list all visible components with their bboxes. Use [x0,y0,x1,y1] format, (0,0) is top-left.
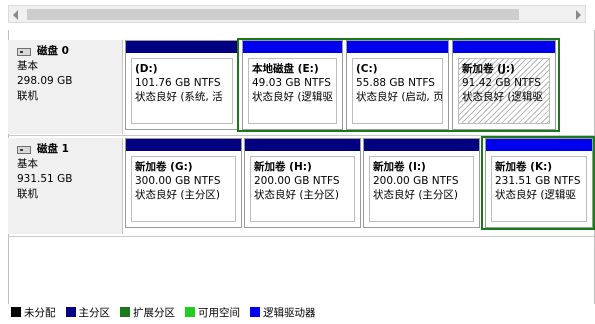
partition-type-bar [245,139,360,151]
disk-info-0[interactable]: 磁盘 0 基本 298.09 GB 联机 [8,40,123,134]
partition-status: 状态良好 (系统, 活 [135,91,223,103]
scrollbar-thumb[interactable] [27,9,519,20]
disk-separator [8,236,595,237]
partition-label: 新加卷 (G:) [135,161,193,173]
legend-item-primary: 主分区 [63,305,111,320]
legend-label: 逻辑驱动器 [263,306,316,319]
disk-type: 基本 [17,60,38,72]
partition-type-bar [126,41,238,53]
partition-body: (D:) 101.76 GB NTFS 状态良好 (系统, 活 [131,58,233,124]
scroll-right-arrow-icon[interactable] [576,10,581,20]
disk-drive-icon [17,145,31,154]
partition-label: (D:) [135,63,158,75]
legend: 未分配 主分区 扩展分区 可用空间 逻辑驱动器 [8,304,595,320]
partition-label: 新加卷 (H:) [254,161,312,173]
disk-size: 931.51 GB [17,173,73,185]
partition-status: 状态良好 (主分区) [254,189,340,201]
disk-type: 基本 [17,158,38,170]
legend-item-free-space: 可用空间 [182,305,240,320]
disk-row-1: 磁盘 1 基本 931.51 GB 联机 新加卷 (G:) 300.00 GB … [8,136,595,234]
disk-name-row: 磁盘 0 [17,44,122,59]
legend-label: 未分配 [24,306,56,319]
legend-label: 扩展分区 [133,306,175,319]
legend-swatch [11,307,21,317]
disk-status: 联机 [17,188,38,200]
partition-type-bar [126,139,241,151]
legend-swatch [185,307,195,317]
legend-swatch [250,307,260,317]
disk-name: 磁盘 0 [37,45,69,57]
legend-item-logical: 逻辑驱动器 [247,305,316,320]
partition-size: 300.00 GB NTFS [135,175,221,187]
extended-partition-outline [481,136,595,230]
legend-item-unallocated: 未分配 [8,305,56,320]
partition-label: 新加卷 (I:) [373,161,426,173]
horizontal-scrollbar[interactable] [8,5,586,23]
partition-body: 新加卷 (H:) 200.00 GB NTFS 状态良好 (主分区) [250,156,355,222]
legend-swatch [65,307,76,317]
legend-label: 主分区 [78,306,111,319]
disk-name-row: 磁盘 1 [17,142,122,157]
disk-size: 298.09 GB [17,75,73,87]
disk-drive-icon [17,47,31,56]
partition-h[interactable]: 新加卷 (H:) 200.00 GB NTFS 状态良好 (主分区) [244,138,361,228]
partition-size: 200.00 GB NTFS [373,175,459,187]
partition-status: 状态良好 (主分区) [135,189,221,201]
partition-g[interactable]: 新加卷 (G:) 300.00 GB NTFS 状态良好 (主分区) [125,138,242,228]
partition-size: 200.00 GB NTFS [254,175,340,187]
partition-status: 状态良好 (主分区) [373,189,459,201]
disk-row-0: 磁盘 0 基本 298.09 GB 联机 (D:) 101.76 GB NTFS… [8,38,595,134]
partition-body: 新加卷 (G:) 300.00 GB NTFS 状态良好 (主分区) [131,156,236,222]
partition-size: 101.76 GB NTFS [135,77,221,89]
legend-swatch [120,307,130,317]
partition-d[interactable]: (D:) 101.76 GB NTFS 状态良好 (系统, 活 [125,40,239,130]
scroll-left-arrow-icon[interactable] [13,10,18,20]
disk-name: 磁盘 1 [37,143,69,155]
legend-label: 可用空间 [198,306,240,319]
partition-type-bar [364,139,479,151]
disk-status: 联机 [17,90,38,102]
disk-info-1[interactable]: 磁盘 1 基本 931.51 GB 联机 [8,138,123,234]
legend-item-extended: 扩展分区 [117,305,175,320]
partition-body: 新加卷 (I:) 200.00 GB NTFS 状态良好 (主分区) [369,156,474,222]
extended-partition-outline [237,38,560,132]
partition-i[interactable]: 新加卷 (I:) 200.00 GB NTFS 状态良好 (主分区) [363,138,480,228]
